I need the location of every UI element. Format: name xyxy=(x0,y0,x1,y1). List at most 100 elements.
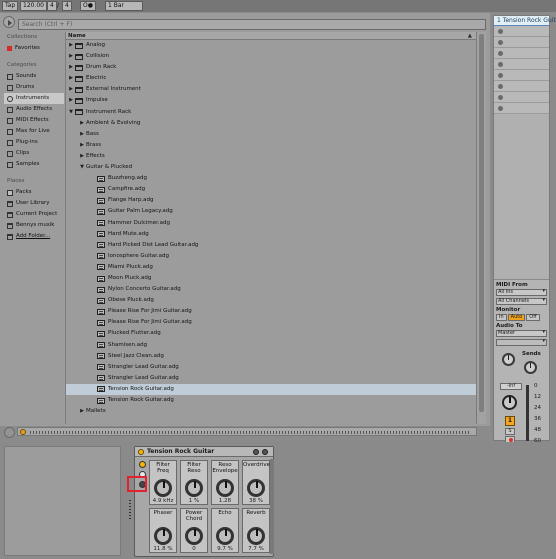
clip-slot[interactable] xyxy=(494,26,549,37)
name-column-header[interactable]: Name ▲ xyxy=(66,32,476,40)
device-header[interactable]: Tension Rock Guitar xyxy=(135,447,273,457)
preset-item[interactable]: Please Rise For Jimi Guitar.adg xyxy=(66,317,476,328)
folder-item[interactable]: ▶ Collision xyxy=(66,51,476,62)
preview-toggle-icon[interactable] xyxy=(20,429,26,435)
collapsed-arrow-icon[interactable]: ▶ xyxy=(78,118,86,129)
preset-item[interactable]: Strangler Lead Guitar.adg xyxy=(66,362,476,373)
macro-knob[interactable] xyxy=(216,527,234,545)
preset-item[interactable]: Campfire.adg xyxy=(66,184,476,195)
folder-item[interactable]: ▶ Ambient & Evolving xyxy=(66,118,476,129)
macro-knob[interactable] xyxy=(154,479,172,497)
macro-knob[interactable] xyxy=(247,479,265,497)
scrollbar-thumb[interactable] xyxy=(479,34,484,412)
macro-knob[interactable] xyxy=(185,527,203,545)
preset-item[interactable]: Obese Pluck.adg xyxy=(66,295,476,306)
folder-item[interactable]: ▶ Effects xyxy=(66,151,476,162)
monitor-off-button[interactable]: Off xyxy=(526,314,540,321)
folder-item[interactable]: ▶ Impulse xyxy=(66,95,476,106)
send-b-knob[interactable] xyxy=(524,361,537,374)
sidebar-item-midi-effects[interactable]: MIDI Effects xyxy=(4,115,64,126)
folder-item[interactable]: ▶ Electric xyxy=(66,73,476,84)
browser-scrollbar[interactable] xyxy=(476,32,486,424)
midi-source-dropdown[interactable]: All Ins xyxy=(496,289,547,296)
audio-destination-dropdown[interactable]: Master xyxy=(496,330,547,337)
sidebar-item-packs[interactable]: Packs xyxy=(4,187,64,198)
folder-item[interactable]: ▶ Brass xyxy=(66,140,476,151)
collapsed-arrow-icon[interactable]: ▶ xyxy=(67,40,75,51)
expanded-arrow-icon[interactable]: ▼ xyxy=(78,162,86,173)
preset-item[interactable]: Buzzheng.adg xyxy=(66,173,476,184)
monitor-auto-button[interactable]: Auto xyxy=(507,314,526,321)
device-drag-handle[interactable] xyxy=(129,500,131,520)
sidebar-item-instruments[interactable]: Instruments xyxy=(4,93,64,104)
macro-knob[interactable] xyxy=(185,479,203,497)
preset-item[interactable]: Hammer Dulcimer.adg xyxy=(66,218,476,229)
track-activator-button[interactable]: 1 xyxy=(505,416,515,426)
preset-item[interactable]: Guitar Palm Legacy.adg xyxy=(66,206,476,217)
macro-knob[interactable] xyxy=(154,527,172,545)
preset-item[interactable]: Miami Pluck.adg xyxy=(66,262,476,273)
midi-channel-dropdown[interactable]: All Channels xyxy=(496,298,547,305)
collapsed-arrow-icon[interactable]: ▶ xyxy=(67,84,75,95)
folder-item[interactable]: ▶ Mallets xyxy=(66,406,476,417)
sidebar-item-clips[interactable]: Clips xyxy=(4,148,64,159)
time-signature-denominator[interactable]: 4 xyxy=(62,1,72,11)
audio-channel-field[interactable] xyxy=(496,339,547,346)
sidebar-item-bennys-musik[interactable]: Bennys musik xyxy=(4,220,64,231)
tempo-field[interactable]: 120.00 xyxy=(20,1,47,11)
sidebar-item-sounds[interactable]: Sounds xyxy=(4,71,64,82)
search-input[interactable]: Search (Ctrl + F) xyxy=(18,19,486,30)
collapsed-arrow-icon[interactable]: ▶ xyxy=(78,406,86,417)
sidebar-item-current-project[interactable]: Current Project xyxy=(4,209,64,220)
collapsed-arrow-icon[interactable]: ▶ xyxy=(67,51,75,62)
macro-knob[interactable] xyxy=(216,479,234,497)
preview-strip[interactable] xyxy=(17,427,477,436)
collapsed-arrow-icon[interactable]: ▶ xyxy=(67,73,75,84)
preset-item[interactable]: Plucked Flutter.adg xyxy=(66,328,476,339)
monitor-in-button[interactable]: In xyxy=(496,314,507,321)
expanded-arrow-icon[interactable]: ▼ xyxy=(67,107,75,118)
folder-item[interactable]: ▶ External Instrument xyxy=(66,84,476,95)
collapsed-arrow-icon[interactable]: ▶ xyxy=(67,62,75,73)
clip-slot[interactable] xyxy=(494,70,549,81)
preset-item[interactable]: Please Rise For Jimi Guitar.adg xyxy=(66,306,476,317)
device-fold-icon[interactable] xyxy=(262,449,268,455)
browser-toggle-button[interactable] xyxy=(3,16,15,28)
clip-slot[interactable] xyxy=(494,59,549,70)
sidebar-item-audio-effects[interactable]: Audio Effects xyxy=(4,104,64,115)
collapsed-arrow-icon[interactable]: ▶ xyxy=(78,140,86,151)
preset-item[interactable]: Moon Pluck.adg xyxy=(66,273,476,284)
preset-item[interactable]: Hard Picked Dist Lead Guitar.adg xyxy=(66,240,476,251)
hot-swap-button[interactable] xyxy=(4,427,15,438)
device-save-icon[interactable] xyxy=(253,449,259,455)
volume-readout[interactable]: -Inf xyxy=(500,383,522,390)
sidebar-item-max-for-live[interactable]: Max for Live xyxy=(4,126,64,137)
metronome-button[interactable]: O● xyxy=(80,1,96,11)
tap-button[interactable]: Tap xyxy=(2,1,19,11)
folder-item[interactable]: ▼ Guitar & Plucked xyxy=(66,162,476,173)
preset-item[interactable]: Hard Mute.adg xyxy=(66,229,476,240)
sidebar-item-add-folder[interactable]: Add Folder... xyxy=(4,231,64,242)
solo-button[interactable]: S xyxy=(505,428,515,435)
pan-knob[interactable] xyxy=(502,395,517,410)
device-power-icon[interactable] xyxy=(138,448,144,455)
send-a-knob[interactable] xyxy=(502,353,515,366)
preset-item[interactable]: Steel Jazz Clean.adg xyxy=(66,351,476,362)
preset-item[interactable]: Nylon Concerto Guitar.adg xyxy=(66,284,476,295)
empty-clip-area[interactable] xyxy=(494,114,549,280)
clip-slot[interactable] xyxy=(494,48,549,59)
folder-item[interactable]: ▼ Instrument Rack xyxy=(66,107,476,118)
collapsed-arrow-icon[interactable]: ▶ xyxy=(67,95,75,106)
preset-item[interactable]: Tension Rock Guitar.adg xyxy=(66,383,476,395)
quantize-dropdown[interactable]: 1 Bar xyxy=(105,1,143,11)
sidebar-item-user-library[interactable]: User Library xyxy=(4,198,64,209)
macro-knob[interactable] xyxy=(247,527,265,545)
collapsed-arrow-icon[interactable]: ▶ xyxy=(78,151,86,162)
folder-item[interactable]: ▶ Analog xyxy=(66,40,476,51)
sidebar-item-favorites[interactable]: Favorites xyxy=(4,43,64,54)
clip-slot[interactable] xyxy=(494,37,549,48)
collapsed-arrow-icon[interactable]: ▶ xyxy=(78,129,86,140)
folder-item[interactable]: ▶ Bass xyxy=(66,129,476,140)
folder-item[interactable]: ▶ Drum Rack xyxy=(66,62,476,73)
sidebar-item-samples[interactable]: Samples xyxy=(4,159,64,170)
